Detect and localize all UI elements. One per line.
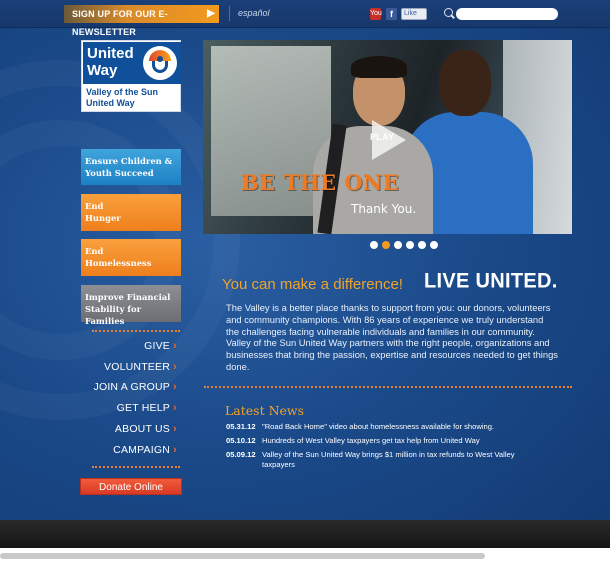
divider xyxy=(229,6,230,21)
slide-dot-3[interactable] xyxy=(394,241,402,249)
horizontal-scrollbar[interactable] xyxy=(0,553,485,559)
language-link[interactable]: español xyxy=(238,8,270,18)
footer xyxy=(0,520,610,548)
slide-dot-4[interactable] xyxy=(406,241,414,249)
chevron-right-icon: › xyxy=(173,444,177,456)
play-button[interactable]: PLAY xyxy=(370,120,406,160)
play-label: PLAY xyxy=(370,132,395,142)
donate-online-button[interactable]: Donate Online xyxy=(80,478,182,495)
dotted-divider xyxy=(204,386,572,388)
hero-video-slide[interactable]: PLAY BE THE ONE Thank You. xyxy=(203,40,572,234)
search-input[interactable] xyxy=(456,8,558,20)
latest-news-heading: Latest News xyxy=(225,403,305,418)
chevron-right-icon: › xyxy=(173,381,177,393)
man-figure xyxy=(439,50,491,116)
dotted-divider xyxy=(92,466,180,468)
facebook-icon[interactable]: f xyxy=(386,8,397,20)
goal-end-homelessness[interactable]: End Homelessness xyxy=(81,239,181,276)
live-united-heading: LIVE UNITED. xyxy=(424,269,558,293)
arrow-right-icon: ▶ xyxy=(207,8,215,19)
goal-end-hunger[interactable]: End Hunger xyxy=(81,194,181,231)
menu-about-us[interactable]: ABOUT US xyxy=(115,423,170,435)
hero-title: BE THE ONE xyxy=(241,170,400,195)
top-bar: SIGN UP FOR OUR E-NEWSLETTER ▶ español Y… xyxy=(0,0,610,37)
news-date: 05.09.12 xyxy=(226,450,256,459)
united-way-logo[interactable]: United Way Valley of the Sun United Way xyxy=(81,40,181,112)
goal-financial-stability[interactable]: Improve Financial Stability for Families xyxy=(81,285,181,326)
logo-subtitle: Valley of the Sun United Way xyxy=(86,87,159,108)
page-background: SIGN UP FOR OUR E-NEWSLETTER ▶ español Y… xyxy=(0,0,610,548)
youtube-icon[interactable]: You xyxy=(370,8,382,20)
dotted-divider xyxy=(92,330,180,332)
chevron-right-icon: › xyxy=(173,361,177,373)
slide-dot-2[interactable] xyxy=(382,241,390,249)
goal-youth-succeed[interactable]: Ensure Children & Youth Succeed xyxy=(81,149,181,185)
logo-title: United Way xyxy=(87,45,134,79)
news-link[interactable]: Hundreds of West Valley taxpayers get ta… xyxy=(262,436,532,446)
slide-dot-6[interactable] xyxy=(430,241,438,249)
news-date: 05.31.12 xyxy=(226,422,256,431)
news-link[interactable]: "Road Back Home" video about homelessnes… xyxy=(262,422,532,432)
helping-hand-icon xyxy=(143,46,177,80)
news-date: 05.10.12 xyxy=(226,436,256,445)
chevron-right-icon: › xyxy=(173,423,177,435)
slide-dot-5[interactable] xyxy=(418,241,426,249)
hero-subtitle: Thank You. xyxy=(351,202,417,216)
newsletter-signup-button[interactable]: SIGN UP FOR OUR E-NEWSLETTER ▶ xyxy=(64,5,219,37)
chevron-right-icon: › xyxy=(173,340,177,352)
tagline: You can make a difference! xyxy=(222,276,403,293)
menu-volunteer[interactable]: VOLUNTEER xyxy=(104,361,170,373)
search-icon[interactable] xyxy=(444,8,453,17)
menu-campaign[interactable]: CAMPAIGN xyxy=(113,444,170,456)
menu-get-help[interactable]: GET HELP xyxy=(117,402,170,414)
goal-label: End Homelessness xyxy=(85,246,152,268)
teen-figure xyxy=(351,56,407,78)
menu-join-a-group[interactable]: JOIN A GROUP xyxy=(94,381,171,393)
chevron-right-icon: › xyxy=(173,402,177,414)
newsletter-label: SIGN UP FOR OUR E-NEWSLETTER xyxy=(72,9,168,37)
slide-dot-1[interactable] xyxy=(370,241,378,249)
logo-banner: United Way xyxy=(83,42,181,84)
menu-give[interactable]: GIVE xyxy=(144,340,170,352)
intro-paragraph: The Valley is a better place thanks to s… xyxy=(226,302,558,372)
goal-label: End Hunger xyxy=(85,201,121,223)
news-link[interactable]: Valley of the Sun United Way brings $1 m… xyxy=(262,450,532,469)
facebook-like-button[interactable]: Like xyxy=(401,8,427,20)
